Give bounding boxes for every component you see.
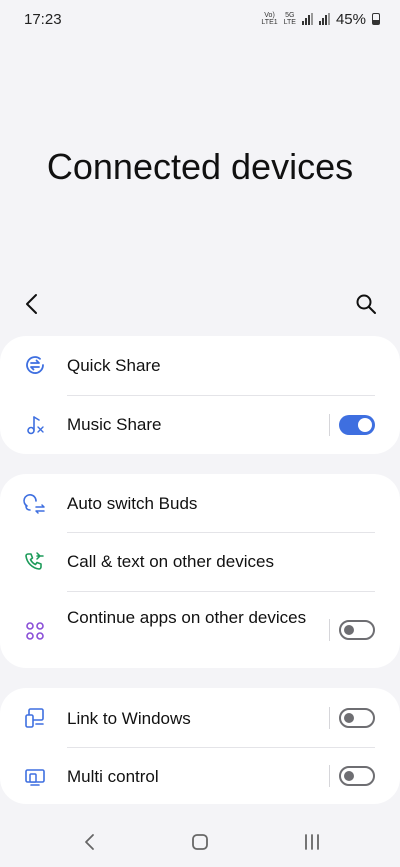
link-to-windows-label: Link to Windows xyxy=(67,709,191,728)
quick-share-icon xyxy=(22,352,48,378)
toggle-separator xyxy=(329,414,330,436)
back-icon xyxy=(85,834,94,850)
music-share-label: Music Share xyxy=(67,415,162,434)
settings-card-pc: Link to Windows Multi control xyxy=(0,688,400,804)
multi-control-label: Multi control xyxy=(67,767,159,786)
network-type-icon: 5G LTE xyxy=(283,12,296,26)
continue-apps-toggle[interactable] xyxy=(339,620,375,640)
settings-card-continuity: Auto switch Buds Call & text on other de… xyxy=(0,474,400,668)
back-button[interactable] xyxy=(12,284,52,324)
signal-strength-icon-2 xyxy=(318,13,330,25)
quick-share-label: Quick Share xyxy=(67,356,161,375)
search-icon xyxy=(356,294,376,314)
status-icons: Vo) LTE1 5G LTE 45% xyxy=(261,11,380,28)
toggle-separator xyxy=(329,765,330,787)
continue-apps-icon xyxy=(22,618,48,644)
list-item-quick-share[interactable]: Quick Share xyxy=(0,336,400,395)
list-item-link-to-windows[interactable]: Link to Windows xyxy=(0,688,400,747)
chevron-left-icon xyxy=(26,294,37,314)
top-nav xyxy=(0,284,400,324)
list-item-call-text[interactable]: Call & text on other devices xyxy=(0,533,400,591)
status-bar: 17:23 Vo) LTE1 5G LTE 45% xyxy=(0,0,400,38)
list-item-auto-switch-buds[interactable]: Auto switch Buds xyxy=(0,474,400,533)
volte-icon: Vo) LTE1 xyxy=(261,12,278,26)
battery-icon xyxy=(372,13,380,25)
nav-home-button[interactable] xyxy=(180,826,220,858)
settings-card-sharing: Quick Share Music Share xyxy=(0,336,400,454)
multi-control-icon xyxy=(22,764,48,790)
status-time: 17:23 xyxy=(24,10,62,28)
recents-icon xyxy=(305,834,319,850)
toggle-separator xyxy=(329,707,330,729)
nav-recents-button[interactable] xyxy=(292,826,332,858)
list-item-music-share[interactable]: Music Share xyxy=(0,396,400,454)
link-to-windows-toggle[interactable] xyxy=(339,708,375,728)
music-share-toggle[interactable] xyxy=(339,415,375,435)
search-button[interactable] xyxy=(346,284,386,324)
multi-control-toggle[interactable] xyxy=(339,766,375,786)
auto-switch-buds-icon xyxy=(22,491,48,517)
auto-switch-buds-label: Auto switch Buds xyxy=(67,494,198,513)
battery-percent: 45% xyxy=(335,10,366,28)
call-text-label: Call & text on other devices xyxy=(67,552,274,571)
signal-strength-icon xyxy=(301,13,313,25)
list-item-continue-apps[interactable]: Continue apps on other devices xyxy=(0,592,400,668)
call-text-icon xyxy=(22,549,48,575)
list-item-multi-control[interactable]: Multi control xyxy=(0,748,400,804)
page-title: Connected devices xyxy=(46,146,354,187)
system-navigation-bar xyxy=(0,818,400,867)
nav-back-button[interactable] xyxy=(70,826,110,858)
continue-apps-label: Continue apps on other devices xyxy=(67,608,307,627)
music-share-icon xyxy=(22,412,48,438)
link-to-windows-icon xyxy=(22,705,48,731)
toggle-separator xyxy=(329,619,330,641)
home-icon xyxy=(192,834,208,850)
